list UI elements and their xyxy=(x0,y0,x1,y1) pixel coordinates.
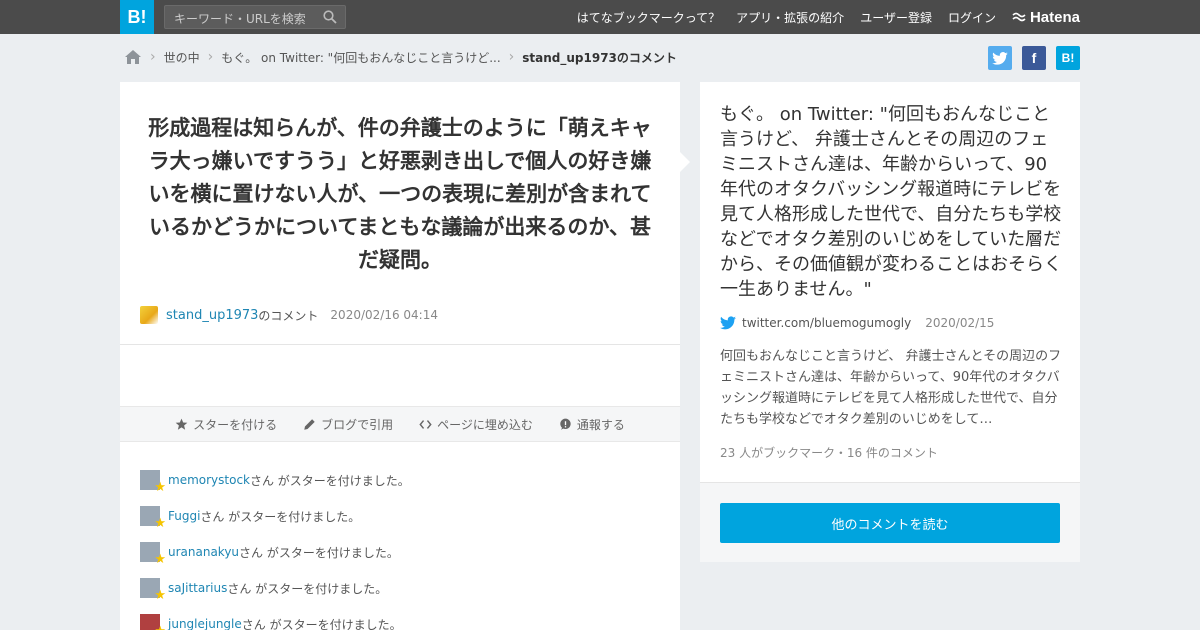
star-user-link[interactable]: urananakyu xyxy=(168,545,239,559)
top-nav: はてなブックマークって？ アプリ・拡張の紹介 ユーザー登録 ログイン Haten… xyxy=(577,0,1080,34)
blog-quote-label: ブログで引用 xyxy=(321,417,394,432)
search-placeholder: キーワード・URLを検索 xyxy=(174,12,306,26)
star-icon: ★ xyxy=(154,625,166,630)
star-user-link[interactable]: saJittarius xyxy=(168,581,227,595)
search-icon[interactable] xyxy=(323,10,337,24)
home-icon[interactable] xyxy=(124,49,142,65)
entry-source: twitter.com/bluemogumogly 2020/02/15 xyxy=(720,316,994,330)
avatar[interactable]: ★ xyxy=(140,470,166,494)
entry-source-domain[interactable]: twitter.com/bluemogumogly xyxy=(742,316,911,330)
add-star-label: スターを付ける xyxy=(193,417,278,432)
star-user-link[interactable]: junglejungle xyxy=(168,617,242,630)
star-text: さん がスターを付けました。 xyxy=(249,473,410,488)
chevron-right-icon: › xyxy=(150,49,156,65)
hatena-brand-link[interactable]: Hatena xyxy=(1012,9,1080,26)
chevron-right-icon: › xyxy=(508,49,515,65)
star-icon: ★ xyxy=(154,552,166,567)
star-text: さん がスターを付けました。 xyxy=(227,581,388,596)
star-text: さん がスターを付けました。 xyxy=(239,545,399,560)
comment-user-link[interactable]: stand_up1973 xyxy=(166,308,258,323)
pencil-icon xyxy=(304,418,315,430)
report-button[interactable]: 通報する xyxy=(559,416,625,433)
comment-user-suffix: のコメント xyxy=(258,308,319,323)
star-icon: ★ xyxy=(154,480,166,495)
hatena-wave-icon xyxy=(1012,12,1026,22)
comment-actions: スターを付ける ブログで引用 ページに埋め込む 通報する xyxy=(120,406,680,442)
twitter-icon xyxy=(720,316,736,330)
share-twitter-button[interactable] xyxy=(988,46,1012,70)
comment-meta: stand_up1973 のコメント 2020/02/16 04:14 xyxy=(140,306,438,324)
share-hatena-button[interactable]: B! xyxy=(1056,46,1080,70)
top-bar: B! キーワード・URLを検索 はてなブックマークって？ アプリ・拡張の紹介 ユ… xyxy=(0,0,1200,34)
hatena-bookmark-logo[interactable]: B! xyxy=(120,0,154,34)
entry-card: もぐ。 on Twitter: "何回もおんなじこと言うけど、 弁護士さんとその… xyxy=(700,82,1080,562)
star-icon xyxy=(175,418,188,430)
entry-summary: 何回もおんなじこと言うけど、 弁護士さんとその周辺のフェミニストさん達は、年齢か… xyxy=(720,349,1062,427)
report-label: 通報する xyxy=(576,417,625,432)
star-user-link[interactable]: memorystock xyxy=(168,473,250,487)
nav-about[interactable]: はてなブックマークって？ xyxy=(577,9,720,26)
avatar[interactable]: ★ xyxy=(140,614,166,630)
star-icon: ★ xyxy=(154,516,166,531)
breadcrumb-current: stand_up1973のコメント xyxy=(522,50,677,65)
comment-card: 形成過程は知らんが、件の弁護士のように「萌えキャラ大っ嫌いですうう」と好悪剥き出… xyxy=(120,82,680,630)
share-facebook-button[interactable]: f xyxy=(1022,46,1046,70)
avatar[interactable]: ★ xyxy=(140,506,166,530)
star-list: ★ memorystock さん がスターを付けました。 ★ Fuggi さん … xyxy=(140,462,410,630)
comment-text: 形成過程は知らんが、件の弁護士のように「萌えキャラ大っ嫌いですうう」と好悪剥き出… xyxy=(148,116,652,272)
entry-date: 2020/02/15 xyxy=(925,316,995,330)
list-item: ★ junglejungle さん がスターを付けました。 xyxy=(140,606,410,630)
star-text: さん がスターを付けました。 xyxy=(200,509,361,524)
code-icon xyxy=(419,419,432,429)
list-item: ★ Fuggi さん がスターを付けました。 xyxy=(140,498,410,534)
entry-footer: 他のコメントを読む xyxy=(700,482,1080,562)
comment-date: 2020/02/16 04:14 xyxy=(330,308,438,322)
twitter-icon xyxy=(992,51,1008,65)
card-pointer xyxy=(680,152,690,172)
avatar[interactable] xyxy=(140,306,158,324)
alert-icon xyxy=(560,418,571,430)
nav-register[interactable]: ユーザー登録 xyxy=(860,9,932,26)
star-user-link[interactable]: Fuggi xyxy=(168,509,200,523)
list-item: ★ urananakyu さん がスターを付けました。 xyxy=(140,534,410,570)
read-more-comments-button[interactable]: 他のコメントを読む xyxy=(720,503,1060,543)
embed-button[interactable]: ページに埋め込む xyxy=(419,416,533,433)
entry-counts[interactable]: 23 人がブックマーク・16 件のコメント xyxy=(720,444,938,461)
nav-login[interactable]: ログイン xyxy=(948,9,996,26)
embed-label: ページに埋め込む xyxy=(437,417,533,432)
chevron-right-icon: › xyxy=(207,49,214,65)
star-text: さん がスターを付けました。 xyxy=(241,617,402,630)
avatar[interactable]: ★ xyxy=(140,542,166,566)
breadcrumb-category[interactable]: 世の中 xyxy=(164,49,200,66)
breadcrumb-entry[interactable]: もぐ。 on Twitter: "何回もおんなじこと言うけど... xyxy=(221,49,500,66)
breadcrumb: › 世の中 › もぐ。 on Twitter: "何回もおんなじこと言うけど..… xyxy=(124,46,677,68)
list-item: ★ saJittarius さん がスターを付けました。 xyxy=(140,570,410,606)
search-input[interactable]: キーワード・URLを検索 xyxy=(164,5,346,29)
star-icon: ★ xyxy=(154,588,166,603)
divider xyxy=(120,344,680,345)
avatar[interactable]: ★ xyxy=(140,578,166,602)
share-buttons: f B! xyxy=(988,46,1080,70)
hatena-brand-label: Hatena xyxy=(1029,8,1080,26)
entry-title[interactable]: もぐ。 on Twitter: "何回もおんなじこと言うけど、 弁護士さんとその… xyxy=(720,102,1064,302)
nav-apps[interactable]: アプリ・拡張の紹介 xyxy=(736,9,844,26)
list-item: ★ memorystock さん がスターを付けました。 xyxy=(140,462,410,498)
add-star-button[interactable]: スターを付ける xyxy=(175,416,277,433)
blog-quote-button[interactable]: ブログで引用 xyxy=(303,416,393,433)
